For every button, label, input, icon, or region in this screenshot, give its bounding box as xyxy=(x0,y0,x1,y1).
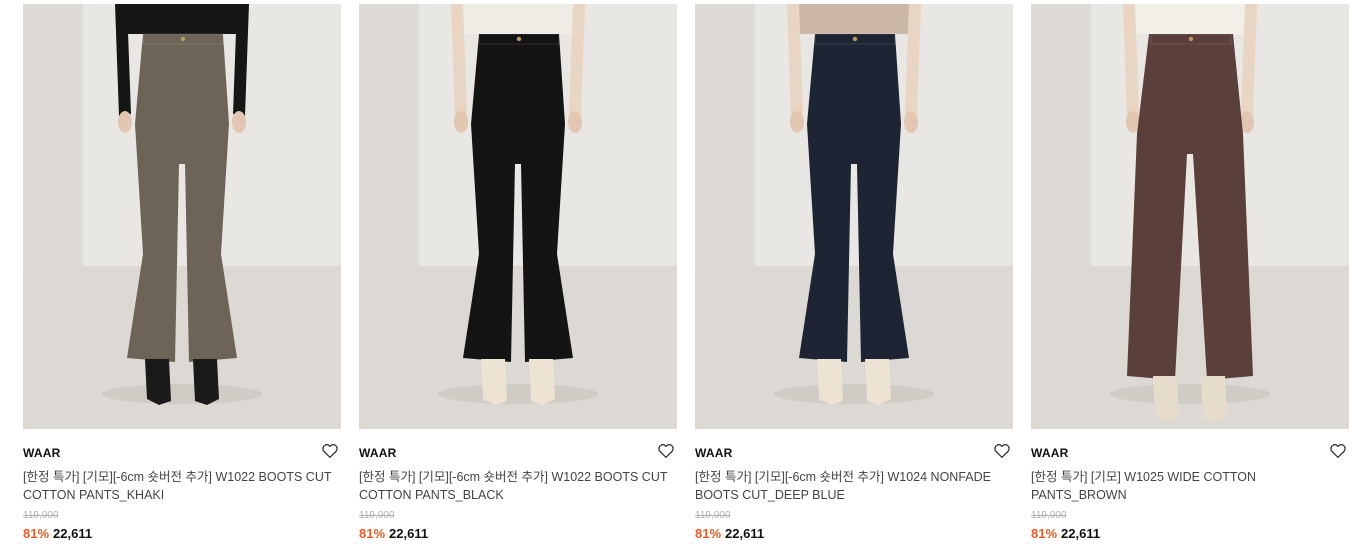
product-title[interactable]: [한정 특가] [기모] W1025 WIDE COTTON PANTS_BRO… xyxy=(1031,468,1347,504)
model-hand-right xyxy=(904,111,918,133)
model-hand-right xyxy=(232,111,246,133)
model-top xyxy=(791,4,917,34)
product-image[interactable] xyxy=(1031,4,1349,429)
product-card[interactable]: WAAR [한정 특가] [기모][-6cm 숏버전 추가] W1022 BOO… xyxy=(23,4,341,542)
original-price: 119,000 xyxy=(23,510,59,521)
floor-shadow xyxy=(1110,384,1270,404)
original-price: 119,000 xyxy=(1031,510,1067,521)
model-hand-left xyxy=(790,111,804,133)
shoe-left xyxy=(145,359,171,405)
model-top xyxy=(455,4,581,34)
model-top xyxy=(119,4,245,34)
shoe-right xyxy=(1201,376,1227,422)
discount-rate: 81% xyxy=(1031,526,1058,541)
model-top xyxy=(1127,4,1253,34)
brand-name[interactable]: WAAR xyxy=(23,446,60,460)
product-image[interactable] xyxy=(359,4,677,429)
heart-icon[interactable] xyxy=(657,442,675,460)
shoe-right xyxy=(865,359,891,405)
product-grid: WAAR [한정 특가] [기모][-6cm 숏버전 추가] W1022 BOO… xyxy=(0,0,1358,551)
original-price: 119,000 xyxy=(359,510,395,521)
shoe-right xyxy=(529,359,555,405)
sale-price: 22,611 xyxy=(389,526,429,541)
shoe-left xyxy=(817,359,843,405)
heart-icon[interactable] xyxy=(321,442,339,460)
shoe-left xyxy=(481,359,507,405)
heart-icon[interactable] xyxy=(993,442,1011,460)
button xyxy=(852,36,858,42)
sale-price: 22,611 xyxy=(725,526,765,541)
discount-rate: 81% xyxy=(359,526,386,541)
model-hand-left xyxy=(454,111,468,133)
sale-price: 22,611 xyxy=(53,526,93,541)
product-card[interactable]: WAAR [한정 특가] [기모] W1025 WIDE COTTON PANT… xyxy=(1031,4,1349,542)
floor-shadow xyxy=(774,384,934,404)
studio-floor xyxy=(695,266,1013,429)
model-hand-right xyxy=(568,111,582,133)
brand-name[interactable]: WAAR xyxy=(359,446,396,460)
sale-price: 22,611 xyxy=(1061,526,1101,541)
studio-floor xyxy=(359,266,677,429)
floor-shadow xyxy=(438,384,598,404)
studio-floor xyxy=(1031,266,1349,429)
button xyxy=(516,36,522,42)
discount-rate: 81% xyxy=(695,526,722,541)
product-title[interactable]: [한정 특가] [기모][-6cm 숏버전 추가] W1022 BOOTS CU… xyxy=(23,468,339,504)
brand-name[interactable]: WAAR xyxy=(1031,446,1068,460)
model-hand-left xyxy=(118,111,132,133)
product-title[interactable]: [한정 특가] [기모][-6cm 숏버전 추가] W1024 NONFADE … xyxy=(695,468,1011,504)
shoe-right xyxy=(193,359,219,405)
product-title[interactable]: [한정 특가] [기모][-6cm 숏버전 추가] W1022 BOOTS CU… xyxy=(359,468,675,504)
product-card[interactable]: WAAR [한정 특가] [기모][-6cm 숏버전 추가] W1022 BOO… xyxy=(359,4,677,542)
button xyxy=(180,36,186,42)
button xyxy=(1188,36,1194,42)
product-card[interactable]: WAAR [한정 특가] [기모][-6cm 숏버전 추가] W1024 NON… xyxy=(695,4,1013,542)
heart-icon[interactable] xyxy=(1329,442,1347,460)
product-image[interactable] xyxy=(695,4,1013,429)
original-price: 119,000 xyxy=(695,510,731,521)
discount-rate: 81% xyxy=(23,526,50,541)
product-image[interactable] xyxy=(23,4,341,429)
shoe-left xyxy=(1153,376,1179,422)
studio-floor xyxy=(23,266,341,429)
floor-shadow xyxy=(102,384,262,404)
brand-name[interactable]: WAAR xyxy=(695,446,732,460)
